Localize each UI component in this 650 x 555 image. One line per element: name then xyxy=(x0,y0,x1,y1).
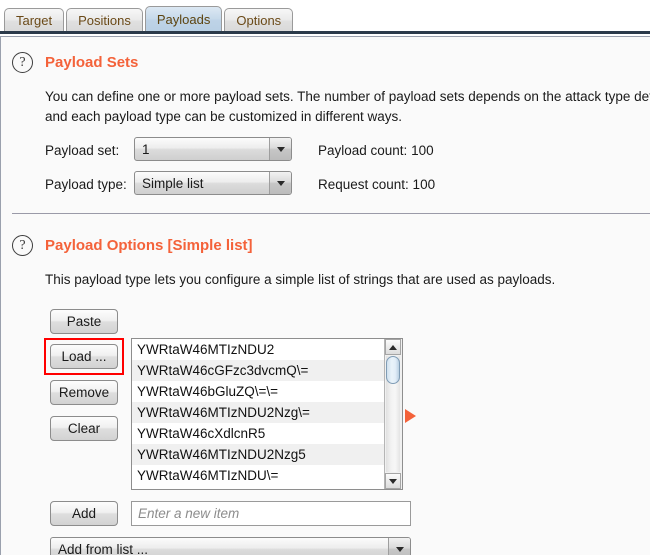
paste-button[interactable]: Paste xyxy=(50,309,118,334)
payloads-panel: ? Payload Sets You can define one or mor… xyxy=(0,36,650,555)
remove-button[interactable]: Remove xyxy=(50,380,118,405)
load-button[interactable]: Load ... xyxy=(50,344,118,369)
payload-options-heading: ? Payload Options [Simple list] xyxy=(12,235,253,256)
tab-strip: Target Positions Payloads Options xyxy=(0,0,650,34)
tab-list: Target Positions Payloads Options xyxy=(4,5,295,32)
tab-target[interactable]: Target xyxy=(4,8,65,32)
scroll-down-button[interactable] xyxy=(385,473,401,489)
add-from-list-dropdown[interactable]: Add from list ... xyxy=(50,537,411,555)
payload-set-label: Payload set: xyxy=(45,143,120,158)
request-count-label: Request count: 100 xyxy=(318,177,436,192)
tab-positions[interactable]: Positions xyxy=(66,8,143,32)
payload-options-description: This payload type lets you configure a s… xyxy=(45,272,556,287)
payload-list[interactable]: YWRtaW46MTIzNDU2 YWRtaW46cGFzc3dvcmQ\= YWR… xyxy=(131,338,403,490)
payload-set-dropdown-arrow[interactable] xyxy=(269,138,291,160)
add-from-list-dropdown-arrow[interactable] xyxy=(388,538,410,555)
question-mark-icon[interactable]: ? xyxy=(12,235,33,256)
payload-type-dropdown-arrow[interactable] xyxy=(269,172,291,194)
add-button[interactable]: Add xyxy=(50,501,118,526)
list-item[interactable]: YWRtaW46MTIzNDU2Nzg\= xyxy=(132,402,384,423)
tab-options[interactable]: Options xyxy=(224,8,294,32)
list-item[interactable]: YWRtaW46MTIzNDU2Nzg5 xyxy=(132,444,384,465)
payload-set-value: 1 xyxy=(142,141,150,157)
payload-sets-title: Payload Sets xyxy=(45,54,139,71)
payload-sets-description-line1: You can define one or more payload sets.… xyxy=(45,89,650,104)
list-item[interactable]: YWRtaW46cXdlcnR5 xyxy=(132,423,384,444)
new-item-input[interactable] xyxy=(131,501,411,526)
payload-list-scrollbar[interactable] xyxy=(384,339,402,489)
payload-count-label: Payload count: 100 xyxy=(318,143,434,158)
chevron-down-icon xyxy=(276,180,285,186)
payload-options-title: Payload Options [Simple list] xyxy=(45,237,253,254)
chevron-down-icon xyxy=(395,546,404,552)
orange-right-triangle-icon xyxy=(405,409,416,423)
add-from-list-value: Add from list ... xyxy=(58,541,149,555)
list-item[interactable]: YWRtaW46MTIzNDU2 xyxy=(132,339,384,360)
payload-type-label: Payload type: xyxy=(45,177,127,192)
scrollbar-track[interactable] xyxy=(386,356,400,472)
triangle-down-icon xyxy=(389,478,397,484)
list-item[interactable]: YWRtaW46cGFzc3dvcmQ\= xyxy=(132,360,384,381)
question-mark-icon[interactable]: ? xyxy=(12,52,33,73)
clear-button[interactable]: Clear xyxy=(50,416,118,441)
chevron-down-icon xyxy=(276,146,285,152)
payload-set-dropdown[interactable]: 1 xyxy=(134,137,292,161)
payload-sets-description-line2: and each payload type can be customized … xyxy=(45,109,402,124)
triangle-up-icon xyxy=(389,344,397,350)
list-item[interactable]: YWRtaW46bGluZQ\=\= xyxy=(132,381,384,402)
tab-strip-underline xyxy=(0,31,650,34)
scrollbar-thumb[interactable] xyxy=(386,356,400,384)
list-item[interactable]: YWRtaW46MTIzNDU\= xyxy=(132,465,384,486)
scroll-up-button[interactable] xyxy=(385,339,401,355)
payload-sets-heading: ? Payload Sets xyxy=(12,52,138,73)
payload-list-items: YWRtaW46MTIzNDU2 YWRtaW46cGFzc3dvcmQ\= YWR… xyxy=(132,339,384,489)
section-divider xyxy=(12,213,650,214)
tab-payloads[interactable]: Payloads xyxy=(144,6,223,32)
payload-type-value: Simple list xyxy=(142,175,204,191)
payload-type-dropdown[interactable]: Simple list xyxy=(134,171,292,195)
